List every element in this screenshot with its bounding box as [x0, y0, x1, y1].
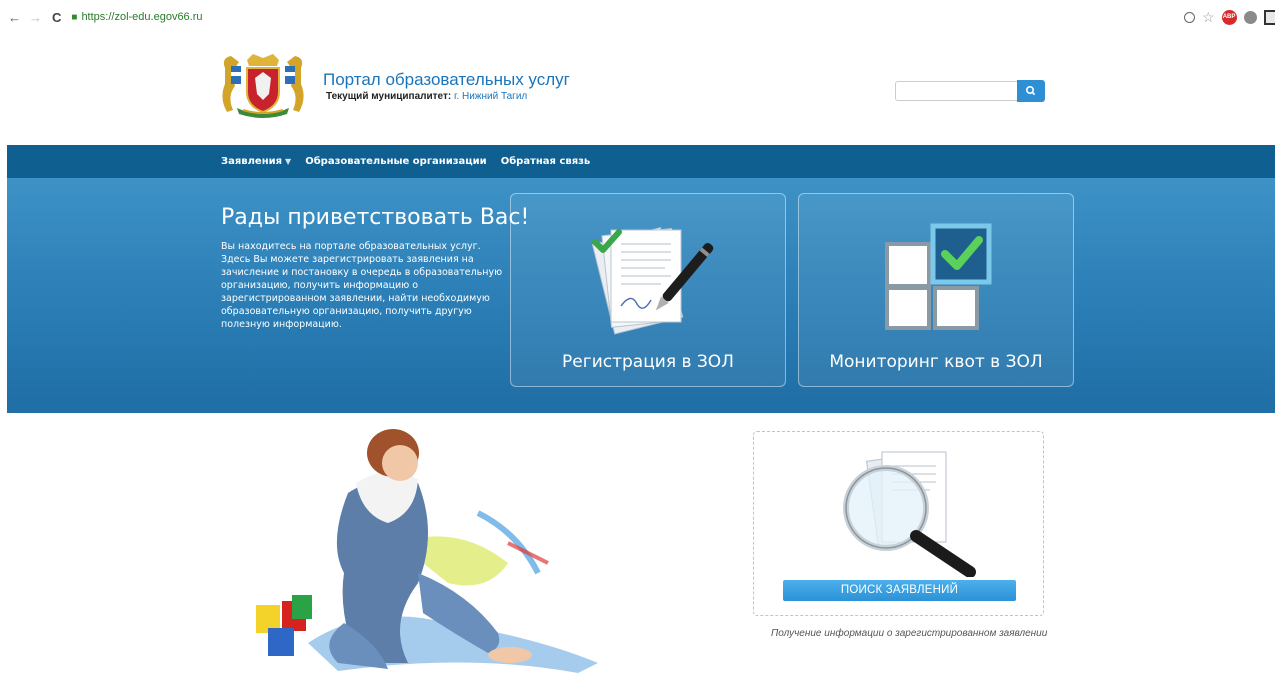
back-arrow-icon[interactable]: ← — [8, 10, 21, 25]
reload-icon[interactable]: C — [52, 10, 61, 25]
zoom-icon[interactable] — [1184, 11, 1195, 23]
documents-pen-icon — [591, 227, 714, 335]
registration-tile-label: Регистрация в ЗОЛ — [562, 352, 734, 372]
adblock-icon[interactable]: ABP — [1221, 9, 1237, 25]
welcome-hero: Рады приветствовать Вас! Вы находитесь н… — [7, 178, 1275, 413]
nav-item-applications[interactable]: Заявления ▼ — [221, 156, 291, 167]
current-municipality: Текущий муниципалитет: г. Нижний Тагил — [326, 91, 527, 102]
municipality-label: Текущий муниципалитет: — [326, 91, 452, 102]
child-painting-illustration — [256, 429, 598, 673]
nav-item-feedback[interactable]: Обратная связь — [501, 156, 591, 167]
search-button[interactable] — [1017, 80, 1045, 102]
portal-title[interactable]: Портал образовательных услуг — [323, 70, 570, 90]
window-icon[interactable] — [1263, 9, 1275, 25]
quota-monitoring-tile-label: Мониторинг квот в ЗОЛ — [829, 352, 1043, 372]
caret-down-icon: ▼ — [285, 157, 292, 166]
search-icon — [1026, 86, 1036, 96]
municipality-link[interactable]: г. Нижний Тагил — [454, 91, 527, 102]
hero-title: Рады приветствовать Вас! — [221, 205, 530, 230]
forward-arrow-icon[interactable]: → — [29, 10, 42, 25]
coat-of-arms-emblem[interactable] — [217, 52, 309, 118]
address-bar-url[interactable]: https://zol-edu.egov66.ru — [81, 11, 202, 23]
registration-tile[interactable]: Регистрация в ЗОЛ — [510, 193, 786, 387]
search-input[interactable] — [895, 81, 1017, 101]
search-applications-button[interactable]: ПОИСК ЗАЯВЛЕНИЙ — [783, 580, 1016, 601]
search-applications-card: ПОИСК ЗАЯВЛЕНИЙ — [753, 431, 1044, 616]
nav-item-organizations[interactable]: Образовательные организации — [305, 156, 487, 167]
hero-description: Вы находитесь на портале образовательных… — [221, 241, 503, 330]
quota-monitoring-tile[interactable]: Мониторинг квот в ЗОЛ — [798, 193, 1074, 387]
search-applications-caption: Получение информации о зарегистрированно… — [771, 628, 1048, 639]
header-search — [895, 80, 1045, 103]
profile-icon[interactable] — [1243, 10, 1257, 24]
extensions-area: ☆ ABP — [1177, 6, 1275, 28]
lock-icon: ■ — [71, 11, 78, 23]
main-navigation: Заявления ▼ Образовательные организации О… — [7, 145, 1275, 178]
checkbox-grid-icon — [885, 223, 992, 330]
bookmark-star-icon[interactable]: ☆ — [1202, 9, 1215, 26]
magnifier-documents-icon — [843, 451, 976, 577]
browser-toolbar: ← → C ■ https://zol-edu.egov66.ru ☆ ABP — [0, 6, 1275, 28]
